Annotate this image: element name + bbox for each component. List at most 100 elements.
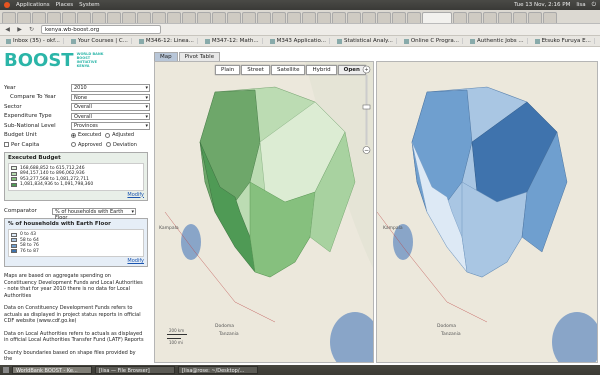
radio-adjusted[interactable]: Adjusted [105,132,134,138]
radio-adjusted-label: Adjusted [112,132,135,139]
browser-tab[interactable] [543,12,557,23]
browser-tab[interactable] [528,12,542,23]
browser-tab[interactable] [287,12,301,23]
browser-tab[interactable] [152,12,166,23]
browser-tab[interactable] [212,12,226,23]
page-content: BOOST WORLD BANK BOOST INITIATIVE KENYA … [0,47,600,365]
filter-select[interactable]: 2010 [71,84,150,92]
menu-applications[interactable]: Applications [16,2,50,8]
bookmark-item[interactable]: M343 Applicatio... [267,38,331,44]
browser-tab[interactable] [227,12,241,23]
map-street-button[interactable]: Street [241,65,270,75]
browser-tab[interactable] [407,12,421,23]
comparator-select[interactable]: % of households with Earth Floor [52,207,136,220]
bookmark-item[interactable]: Inbox (35) - okf... [3,38,64,44]
tab-pivot-table[interactable]: Pivot Table [178,52,221,61]
browser-tab[interactable] [77,12,91,23]
user-name[interactable]: lisa [576,2,585,8]
bookmark-label: M346-12: Linea... [145,38,194,44]
bookmark-item[interactable]: Online C Progra... [401,38,464,44]
map-type-controls-left: Plain Street Satellite Hybrid Open [215,65,366,75]
browser-tab[interactable] [422,12,452,23]
browser-tab[interactable] [513,12,527,23]
browser-tab[interactable] [272,12,286,23]
browser-tab[interactable] [32,12,46,23]
map-plain-button[interactable]: Plain [215,65,241,75]
bookmark-item[interactable]: Your Courses | C... [68,38,132,44]
taskbar: WorldBank BOOST - Ke... [lisa — File Bro… [0,365,600,375]
browser-tab[interactable] [468,12,482,23]
svg-text:−: − [364,147,369,154]
task-browser[interactable]: WorldBank BOOST - Ke... [12,366,92,374]
browser-tab[interactable] [182,12,196,23]
browser-tab[interactable] [257,12,271,23]
url-bar[interactable]: kenya.wb-boost.org [41,25,161,34]
browser-tab[interactable] [347,12,361,23]
browser-tab[interactable] [17,12,31,23]
power-icon[interactable]: ⏻ [592,2,596,9]
bookmark-item[interactable]: Statistical Analy... [334,38,397,44]
notes: Maps are based on aggregate spending on … [4,273,150,363]
browser-tab[interactable] [107,12,121,23]
legend-swatch [11,249,17,254]
browser-tab[interactable] [498,12,512,23]
per-capita-checkbox[interactable] [4,142,9,148]
comparator-map[interactable]: Kampala Dodoma Tanzania [376,61,598,363]
label-tanzania: Tanzania [219,332,239,337]
browser-tab[interactable] [122,12,136,23]
radio-executed[interactable]: Executed [71,132,101,138]
browser-tab[interactable] [137,12,151,23]
budget-map[interactable]: Plain Street Satellite Hybrid Open Kampa… [154,61,374,363]
filter-select[interactable]: None [71,93,150,101]
browser-tab[interactable] [2,12,16,23]
bookmark-item[interactable]: M346-12: Linea... [136,38,198,44]
bookmark-item[interactable]: M347-12: Math... [202,38,263,44]
radio-deviation[interactable]: Deviation [105,142,137,148]
browser-tab[interactable] [362,12,376,23]
filter-select[interactable]: Overall [71,103,150,111]
radio-executed-label: Executed [78,132,102,139]
browser-tab[interactable] [62,12,76,23]
show-desktop-icon[interactable] [3,367,9,373]
filter-select[interactable]: Provinces [71,122,150,130]
task-terminal[interactable]: [lisa@rose: ~/Desktop/... [178,366,258,374]
legend-range: 168,688,852 to 615,712,246 [20,165,85,171]
menu-places[interactable]: Places [56,2,74,8]
browser-tab[interactable] [302,12,316,23]
map-hybrid-button[interactable]: Hybrid [306,65,337,75]
comparator-modify-link[interactable]: Modify [8,258,144,264]
map-satellite-button[interactable]: Satellite [270,65,306,75]
radio-approved[interactable]: Approved [71,142,102,148]
browser-tab[interactable] [332,12,346,23]
task-file-browser[interactable]: [lisa — File Browser] [95,366,175,374]
legend-swatch [11,177,17,182]
filter-select[interactable]: Overall [71,112,150,120]
browser-tab[interactable] [377,12,391,23]
browser-tab[interactable] [167,12,181,23]
filter-label: Year [4,84,16,91]
clock[interactable]: Tue 13 Nov, 2:16 PM [514,2,570,8]
zoom-slider[interactable]: + − [362,65,371,155]
bookmark-item[interactable]: Authentic Jobs ... [467,38,528,44]
ubuntu-logo-icon[interactable] [4,2,10,8]
forward-icon[interactable]: ▶ [15,25,24,34]
reload-icon[interactable]: ↻ [27,25,36,34]
browser-tab[interactable] [483,12,497,23]
browser-tab[interactable] [453,12,467,23]
filter-row: Compare To Year None [4,93,150,103]
tab-map[interactable]: Map [154,52,178,61]
note-1: Maps are based on aggregate spending on … [4,273,143,299]
scale-km: 200 km [169,328,185,333]
browser-tab[interactable] [47,12,61,23]
browser-tab[interactable] [392,12,406,23]
executed-budget-modify-link[interactable]: Modify [8,192,144,198]
bookmark-item[interactable]: Etsuko Furuya E... [532,38,595,44]
back-icon[interactable]: ◀ [3,25,12,34]
browser-tab[interactable] [92,12,106,23]
legend-swatch [11,171,17,176]
boost-logo[interactable]: BOOST WORLD BANK BOOST INITIATIVE KENYA [4,49,150,71]
browser-tab[interactable] [242,12,256,23]
browser-tab[interactable] [317,12,331,23]
menu-system[interactable]: System [79,2,100,8]
browser-tab[interactable] [197,12,211,23]
